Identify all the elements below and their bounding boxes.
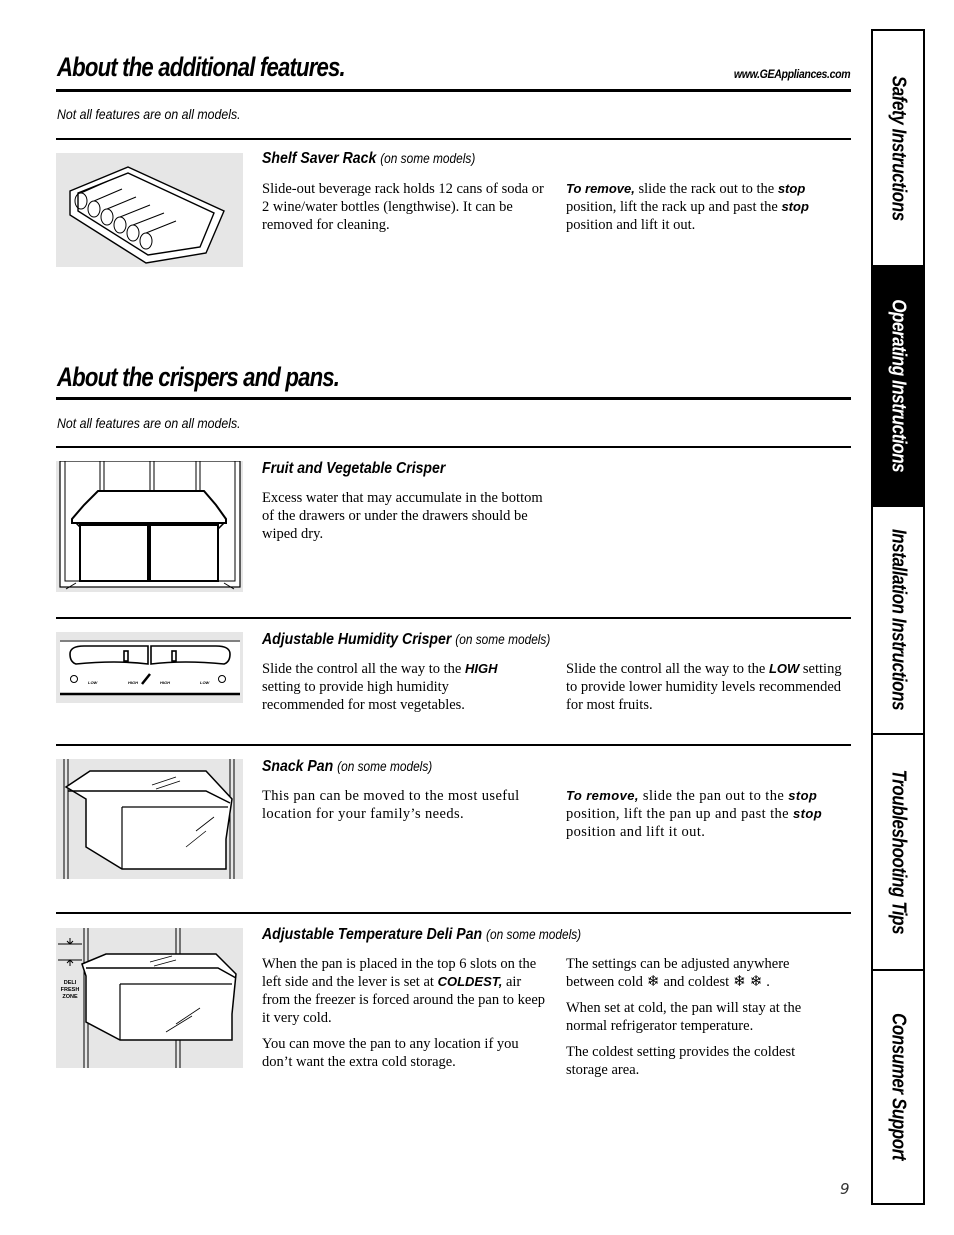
- tab-installation-instructions[interactable]: Installation Instructions: [873, 507, 923, 735]
- section-note: Not all features are on all models.: [57, 106, 241, 122]
- deli-pan-settings-paragraph: The settings can be adjusted anywhere be…: [566, 955, 836, 991]
- text: slide the rack out to the: [634, 181, 778, 197]
- feature-title-text: Adjustable Temperature Deli Pan: [262, 926, 483, 943]
- deli-pan-coldest-paragraph: The coldest setting provides the coldest…: [566, 1044, 796, 1078]
- stop-emphasis: stop: [781, 199, 809, 214]
- text: position, lift the pan up and past the: [566, 806, 794, 822]
- tab-label: Installation Instructions: [887, 529, 910, 711]
- text: position and lift it out.: [566, 824, 706, 840]
- snowflake-icon: ❄: [646, 974, 660, 990]
- tab-operating-instructions[interactable]: Operating Instructions: [873, 267, 923, 507]
- feature-divider: [56, 744, 851, 746]
- stop-emphasis: stop: [777, 181, 806, 196]
- feature-divider: [56, 446, 851, 448]
- feature-divider: [56, 617, 851, 619]
- humidity-high-description: Slide the control all the way to the HIG…: [262, 660, 532, 714]
- text: setting to provide high humidity recomme…: [262, 679, 465, 713]
- feature-divider: [56, 912, 851, 914]
- shelf-saver-rack-illustration: [56, 153, 243, 267]
- diagram-label: HIGH: [128, 680, 138, 685]
- svg-text:ZONE: ZONE: [62, 994, 78, 1000]
- svg-text:DELI: DELI: [64, 980, 77, 986]
- svg-text:FRESH: FRESH: [61, 987, 80, 993]
- tab-label: Safety Instructions: [887, 75, 910, 221]
- text: Slide the control all the way to the: [566, 661, 769, 677]
- deli-pan-coldest-paragraph: When the pan is placed in the top 6 slot…: [262, 955, 552, 1027]
- feature-title-text: Shelf Saver Rack: [262, 150, 377, 167]
- deli-pan-cold-paragraph: When set at cold, the pan will stay at t…: [566, 1000, 802, 1034]
- feature-subtitle: (on some models): [380, 151, 476, 166]
- snowflake-icon: ❄: [749, 974, 763, 990]
- feature-title-shelf-saver-rack: Shelf Saver Rack (on some models): [262, 150, 475, 168]
- feature-subtitle: (on some models): [337, 759, 433, 774]
- deli-pan-right-column: The settings can be adjusted anywhere be…: [566, 955, 836, 1087]
- text: and coldest: [663, 974, 730, 990]
- tab-consumer-support[interactable]: Consumer Support: [873, 971, 923, 1203]
- removal-lead: To remove,: [566, 788, 639, 803]
- feature-divider: [56, 138, 851, 140]
- section-title-additional-features: About the additional features.: [57, 52, 346, 82]
- text: Slide the control all the way to the: [262, 661, 465, 677]
- snack-pan-removal: To remove, slide the pan out to the stop…: [566, 787, 856, 841]
- stop-emphasis: stop: [788, 788, 818, 803]
- section-divider: [56, 89, 851, 92]
- diagram-label: LOW: [88, 680, 99, 685]
- page-number: 9: [840, 1180, 850, 1198]
- shelf-saver-removal: To remove, slide the rack out to the sto…: [566, 180, 856, 234]
- tab-label: Operating Instructions: [887, 299, 910, 473]
- humidity-low-description: Slide the control all the way to the LOW…: [566, 660, 856, 714]
- feature-title-deli-pan: Adjustable Temperature Deli Pan (on some…: [262, 926, 581, 944]
- low-emphasis: LOW: [768, 661, 800, 676]
- feature-title-snack-pan: Snack Pan (on some models): [262, 758, 432, 776]
- feature-subtitle: (on some models): [455, 632, 551, 647]
- tab-label: Consumer Support: [887, 1013, 910, 1161]
- high-emphasis: HIGH: [464, 661, 498, 676]
- section-title-crispers-pans: About the crispers and pans.: [57, 362, 340, 392]
- fruit-vegetable-crisper-illustration: [56, 461, 243, 592]
- snack-pan-description: This pan can be moved to the most useful…: [262, 788, 520, 822]
- snowflake-icon: ❄: [733, 974, 746, 990]
- side-tab-navigation: Safety Instructions Operating Instructio…: [871, 29, 925, 1205]
- deli-pan-illustration: DELI FRESH ZONE: [56, 928, 243, 1068]
- tab-safety-instructions[interactable]: Safety Instructions: [873, 31, 923, 267]
- feature-title-text: Adjustable Humidity Crisper: [262, 631, 452, 648]
- snack-pan-illustration: [56, 759, 243, 879]
- feature-subtitle: (on some models): [486, 927, 582, 942]
- feature-title-text: Fruit and Vegetable Crisper: [262, 460, 446, 477]
- shelf-saver-description: Slide-out beverage rack holds 12 cans of…: [262, 181, 544, 233]
- feature-title-fruit-vegetable-crisper: Fruit and Vegetable Crisper: [262, 460, 445, 478]
- feature-title-humidity-crisper: Adjustable Humidity Crisper (on some mod…: [262, 631, 550, 649]
- text: position and lift it out.: [566, 217, 696, 233]
- deli-pan-move-paragraph: You can move the pan to any location if …: [262, 1036, 519, 1070]
- stop-emphasis: stop: [793, 806, 823, 821]
- section-note: Not all features are on all models.: [57, 415, 241, 431]
- text: .: [766, 974, 770, 990]
- diagram-label: HIGH: [160, 680, 170, 685]
- text: slide the pan out to the: [638, 788, 789, 804]
- coldest-emphasis: COLDEST,: [437, 974, 503, 989]
- diagram-label: LOW: [200, 680, 211, 685]
- text: position, lift the rack up and past the: [566, 199, 782, 215]
- removal-lead: To remove,: [566, 181, 635, 196]
- website-url[interactable]: www.GEAppliances.com: [734, 67, 851, 81]
- section-divider: [56, 397, 851, 400]
- feature-title-text: Snack Pan: [262, 758, 334, 775]
- tab-troubleshooting-tips[interactable]: Troubleshooting Tips: [873, 735, 923, 971]
- humidity-control-illustration: LOW HIGH HIGH LOW: [56, 632, 243, 703]
- tab-label: Troubleshooting Tips: [887, 769, 910, 935]
- deli-pan-left-column: When the pan is placed in the top 6 slot…: [262, 955, 552, 1079]
- fruit-crisper-description: Excess water that may accumulate in the …: [262, 490, 543, 542]
